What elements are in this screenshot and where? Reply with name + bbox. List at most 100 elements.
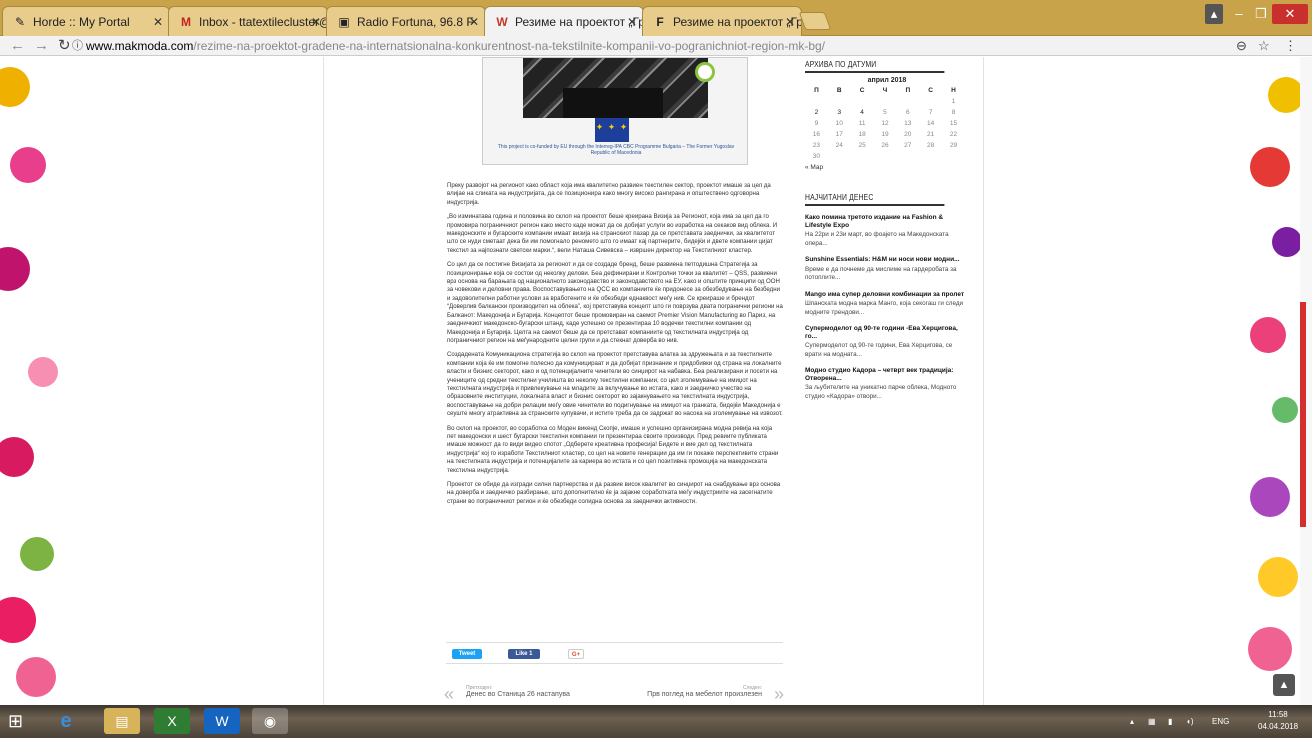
tray-chevron-icon[interactable]: ▴ bbox=[1130, 705, 1134, 738]
popular-item[interactable]: Sunshine Essentials: H&M ни носи нови мо… bbox=[805, 256, 969, 283]
content-column: ✦ ✦ ✦ This project is co-funded by EU th… bbox=[323, 57, 984, 705]
close-window-button[interactable]: ✕ bbox=[1272, 4, 1308, 24]
popular-item[interactable]: Mango има супер деловни комбинации за пр… bbox=[805, 291, 969, 318]
sidebar: АРХИВА ПО ДАТУМИ април 2018 ПВСЧПСН 1234… bbox=[805, 57, 969, 401]
user-icon[interactable]: ▴ bbox=[1205, 4, 1223, 24]
calendar-day[interactable]: 27 bbox=[896, 140, 919, 151]
calendar-prev-month-link[interactable]: « Мар bbox=[805, 164, 969, 171]
calendar-day[interactable]: 19 bbox=[874, 129, 897, 140]
calendar-day[interactable]: 9 bbox=[805, 118, 828, 129]
volume-icon[interactable]: ◖) bbox=[1186, 705, 1194, 738]
tab-radio[interactable]: ▣ Radio Fortuna, 96.8 F ✕ bbox=[326, 6, 486, 36]
back-icon[interactable]: ← bbox=[10, 36, 25, 56]
popular-item-title[interactable]: Супермоделот од 90-те години -Ева Херциг… bbox=[805, 325, 969, 340]
calendar-day[interactable]: 10 bbox=[828, 118, 851, 129]
google-plus-button[interactable]: G+ bbox=[568, 649, 584, 659]
previous-post-link[interactable]: « Претходен: Денес во Станица 26 настапу… bbox=[444, 685, 604, 703]
language-indicator[interactable]: ENG bbox=[1212, 705, 1229, 738]
calendar-day[interactable]: 2 bbox=[805, 107, 828, 118]
word-icon[interactable]: W bbox=[204, 708, 240, 734]
file-explorer-icon[interactable]: ▤ bbox=[104, 708, 140, 734]
tab-inbox[interactable]: M Inbox - ttatextilecluster@ ✕ bbox=[168, 6, 328, 36]
clock-time: 11:58 bbox=[1268, 710, 1288, 719]
tweet-button[interactable]: Tweet bbox=[452, 649, 482, 659]
calendar-day[interactable]: 30 bbox=[805, 151, 828, 162]
popular-item-title[interactable]: Mango има супер деловни комбинации за пр… bbox=[805, 291, 969, 299]
reload-icon[interactable]: ↻ bbox=[58, 36, 71, 56]
excel-icon[interactable]: X bbox=[154, 708, 190, 734]
facebook-icon: F bbox=[656, 15, 664, 29]
calendar-day bbox=[874, 96, 897, 107]
article-body: Преку развојот на регионот како област к… bbox=[447, 182, 783, 512]
web-page: ✦ ✦ ✦ This project is co-funded by EU th… bbox=[0, 57, 1312, 705]
calendar-day[interactable]: 14 bbox=[919, 118, 942, 129]
popular-item[interactable]: Модно студио Кадора – четврт век традици… bbox=[805, 367, 969, 401]
url-field[interactable]: www.makmoda.com/rezime-na-proektot-grade… bbox=[86, 37, 825, 55]
calendar-day[interactable]: 24 bbox=[828, 140, 851, 151]
article-hero-image[interactable]: ✦ ✦ ✦ This project is co-funded by EU th… bbox=[482, 57, 748, 165]
calendar-day[interactable]: 23 bbox=[805, 140, 828, 151]
calendar-day[interactable]: 16 bbox=[805, 129, 828, 140]
calendar-day[interactable]: 25 bbox=[851, 140, 874, 151]
calendar-day[interactable]: 11 bbox=[851, 118, 874, 129]
article-paragraph: „Во изминатава година и половина во скло… bbox=[447, 213, 778, 254]
tab-facebook[interactable]: F Резиме на проектот „Гр ✕ bbox=[642, 6, 802, 36]
popular-item[interactable]: Супермоделот од 90-те години -Ева Херциг… bbox=[805, 325, 969, 359]
zoom-icon[interactable]: ⊖ bbox=[1236, 36, 1247, 56]
calendar-day[interactable]: 6 bbox=[896, 107, 919, 118]
forward-icon[interactable]: → bbox=[34, 36, 49, 56]
calendar-day[interactable]: 7 bbox=[919, 107, 942, 118]
calendar-day[interactable]: 5 bbox=[874, 107, 897, 118]
popular-item-title[interactable]: Sunshine Essentials: H&M ни носи нови мо… bbox=[805, 256, 969, 264]
calendar-weekday: Ч bbox=[882, 87, 888, 94]
calendar-day[interactable]: 4 bbox=[851, 107, 874, 118]
close-icon[interactable]: ✕ bbox=[153, 15, 163, 29]
popular-item-title[interactable]: Како помина третото издание на Fashion &… bbox=[805, 214, 969, 229]
calendar-day[interactable]: 22 bbox=[942, 129, 965, 140]
makmoda-icon: W bbox=[496, 15, 508, 29]
calendar-day[interactable]: 29 bbox=[942, 140, 965, 151]
popular-item[interactable]: Како помина третото издание на Fashion &… bbox=[805, 214, 969, 248]
calendar-day[interactable]: 18 bbox=[851, 129, 874, 140]
calendar-day[interactable]: 12 bbox=[874, 118, 897, 129]
facebook-like-button[interactable]: Like 1 bbox=[508, 649, 540, 659]
calendar-day[interactable]: 13 bbox=[896, 118, 919, 129]
calendar-day[interactable]: 26 bbox=[874, 140, 897, 151]
battery-icon[interactable]: ▮ bbox=[1168, 705, 1172, 738]
calendar-day[interactable]: 20 bbox=[896, 129, 919, 140]
network-icon[interactable]: ▦ bbox=[1148, 705, 1156, 738]
tab-makmoda[interactable]: W Резиме на проектот „Гр ✕ bbox=[484, 6, 644, 36]
menu-icon[interactable]: ⋮ bbox=[1284, 36, 1297, 56]
calendar-day[interactable]: 1 bbox=[942, 96, 965, 107]
bookmark-star-icon[interactable]: ☆ bbox=[1258, 36, 1270, 56]
internet-explorer-icon[interactable]: e bbox=[48, 708, 84, 734]
info-icon[interactable]: ⓘ bbox=[72, 36, 83, 56]
calendar-day[interactable]: 15 bbox=[942, 118, 965, 129]
horde-icon: ✎ bbox=[14, 15, 26, 29]
calendar-day[interactable]: 28 bbox=[919, 140, 942, 151]
next-post-link[interactable]: Следен: Прв поглед на мебелот произлезен… bbox=[624, 685, 784, 703]
windows-start-icon[interactable]: ⊞ bbox=[8, 710, 34, 732]
gmail-icon: M bbox=[181, 15, 191, 29]
new-tab-button[interactable] bbox=[798, 12, 832, 30]
calendar-day bbox=[851, 96, 874, 107]
popular-item-title[interactable]: Модно студио Кадора – четврт век традици… bbox=[805, 367, 969, 382]
radio-icon: ▣ bbox=[338, 15, 350, 29]
calendar-day[interactable]: 8 bbox=[942, 107, 965, 118]
close-icon[interactable]: ✕ bbox=[785, 15, 795, 29]
chrome-icon[interactable]: ◉ bbox=[252, 708, 288, 734]
system-clock[interactable]: 11:58 04.04.2018 bbox=[1258, 709, 1298, 733]
calendar-day[interactable]: 21 bbox=[919, 129, 942, 140]
calendar-day[interactable]: 3 bbox=[828, 107, 851, 118]
close-icon[interactable]: ✕ bbox=[469, 15, 479, 29]
minimize-button[interactable]: – bbox=[1228, 4, 1250, 24]
calendar-day[interactable]: 17 bbox=[828, 129, 851, 140]
popular-item-excerpt: На 22ри и 23и март, во фоајето на Македо… bbox=[805, 231, 949, 247]
scrollbar-thumb[interactable] bbox=[1300, 302, 1306, 527]
close-icon[interactable]: ✕ bbox=[627, 15, 637, 29]
tab-horde[interactable]: ✎ Horde :: My Portal ✕ bbox=[2, 6, 170, 36]
restore-button[interactable]: ❐ bbox=[1250, 4, 1272, 24]
close-icon[interactable]: ✕ bbox=[311, 15, 321, 29]
scroll-to-top-button[interactable]: ▲ bbox=[1273, 674, 1295, 696]
popular-item-excerpt: Време е да почнеме да мислиме на гардеро… bbox=[805, 265, 957, 282]
